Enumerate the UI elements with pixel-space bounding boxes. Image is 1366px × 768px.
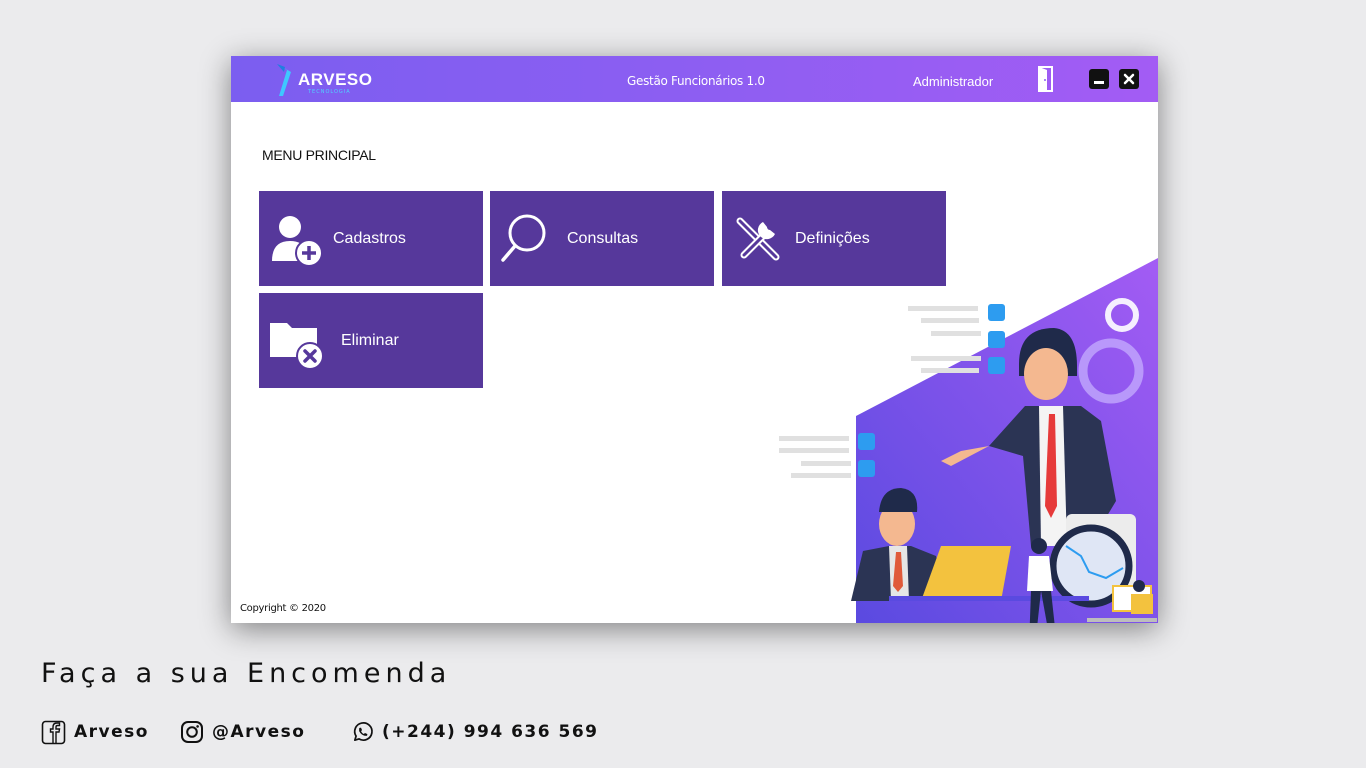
instagram-icon bbox=[181, 721, 203, 743]
menu-heading: MENU PRINCIPAL bbox=[262, 147, 376, 163]
title-bar: ARVESO TECNOLOGIA Gestão Funcionários 1.… bbox=[231, 56, 1158, 102]
close-button[interactable] bbox=[1119, 69, 1139, 89]
logo-mark-icon bbox=[277, 64, 291, 96]
search-icon bbox=[501, 214, 546, 262]
tile-eliminar[interactable]: Eliminar bbox=[259, 293, 483, 388]
app-title: Gestão Funcionários 1.0 bbox=[627, 74, 765, 88]
minimize-button[interactable] bbox=[1089, 69, 1109, 89]
business-illustration bbox=[779, 258, 1158, 623]
app-window: ARVESO TECNOLOGIA Gestão Funcionários 1.… bbox=[231, 56, 1158, 623]
delete-folder-icon bbox=[270, 323, 324, 370]
copyright: Copyright © 2020 bbox=[240, 603, 326, 614]
tile-consultas[interactable]: Consultas bbox=[490, 191, 714, 286]
user-name: Administrador bbox=[913, 74, 994, 89]
minimize-icon bbox=[1094, 81, 1104, 84]
facebook-link[interactable]: Arveso bbox=[41, 718, 149, 746]
logo-tagline: TECNOLOGIA bbox=[308, 89, 351, 95]
tile-definicoes-label: Definições bbox=[795, 230, 870, 247]
tile-cadastros-label: Cadastros bbox=[333, 230, 406, 247]
tile-consultas-label: Consultas bbox=[567, 230, 639, 247]
whatsapp-icon bbox=[353, 721, 373, 741]
logo-text: ARVESO bbox=[298, 70, 373, 89]
tile-cadastros[interactable]: Cadastros bbox=[259, 191, 483, 286]
facebook-icon bbox=[41, 720, 66, 744]
logout-door-icon[interactable] bbox=[1034, 66, 1056, 92]
instagram-link[interactable]: @Arveso bbox=[180, 718, 305, 746]
close-icon bbox=[1123, 73, 1135, 85]
brand-logo: ARVESO TECNOLOGIA bbox=[275, 62, 385, 98]
add-user-icon bbox=[272, 216, 323, 267]
facebook-handle: Arveso bbox=[74, 722, 149, 742]
whatsapp-number: (+244) 994 636 569 bbox=[382, 722, 599, 742]
instagram-handle: @Arveso bbox=[212, 722, 306, 742]
whatsapp-link[interactable]: (+244) 994 636 569 bbox=[351, 718, 598, 746]
promo-title: Faça a sua Encomenda bbox=[41, 658, 452, 689]
tile-eliminar-label: Eliminar bbox=[341, 332, 399, 349]
